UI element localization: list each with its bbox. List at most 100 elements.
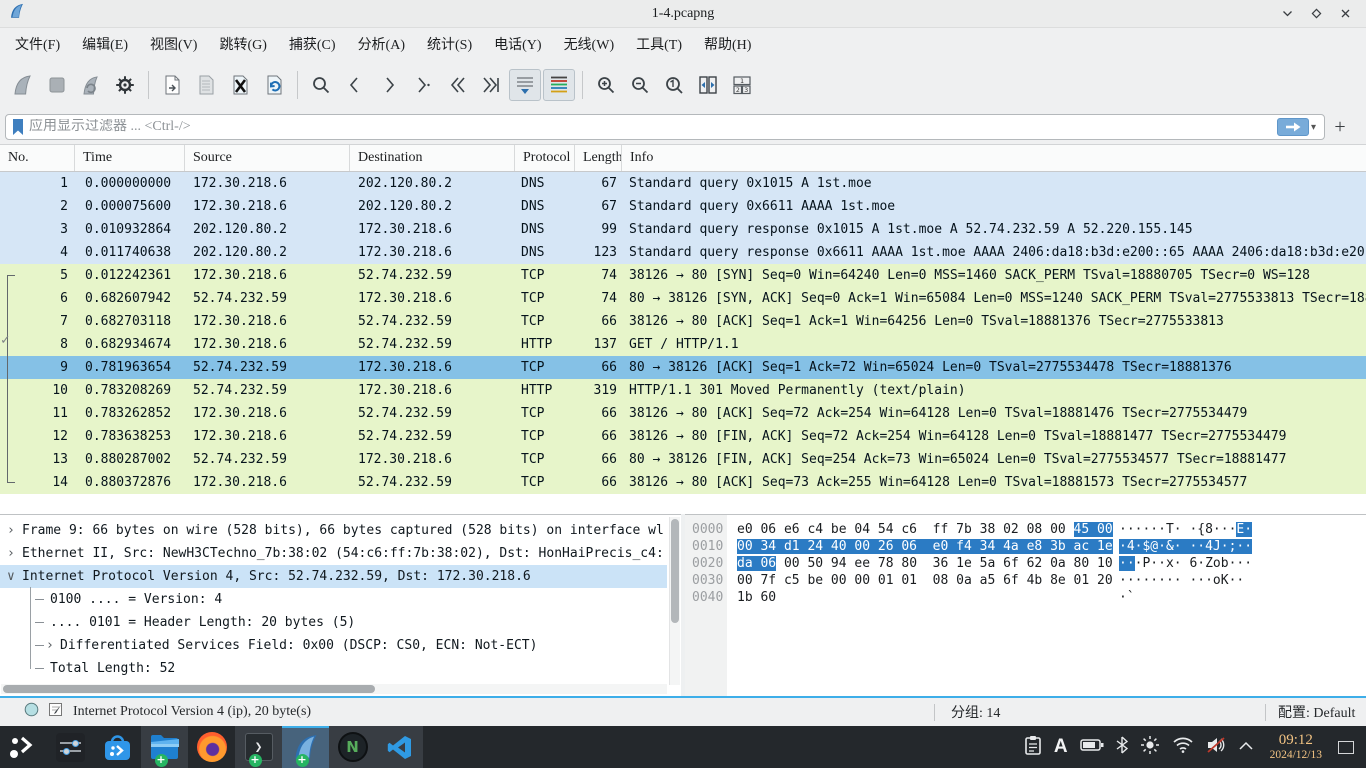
column-header-length[interactable]: Length [575,145,622,171]
input-method-icon[interactable]: A [1054,736,1068,758]
packet-row-10[interactable]: 100.78320826952.74.232.59172.30.218.6HTT… [0,379,1366,402]
packet-row-6[interactable]: 60.68260794252.74.232.59172.30.218.6TCP7… [0,287,1366,310]
menu-wireless[interactable]: 无线(W) [553,29,626,59]
konsole-button[interactable]: ❯ + [235,726,282,768]
expander-open-icon[interactable]: ∨ [7,565,21,588]
battery-icon[interactable] [1080,738,1104,757]
packet-row-4[interactable]: 40.011740638202.120.80.2172.30.218.6DNS1… [0,241,1366,264]
menu-view[interactable]: 视图(V) [139,29,208,59]
file-manager-button[interactable]: + [141,726,188,768]
packet-row-12[interactable]: 120.783638253172.30.218.652.74.232.59TCP… [0,425,1366,448]
packet-row-9[interactable]: 90.78196365452.74.232.59172.30.218.6TCP6… [0,356,1366,379]
menu-analyze[interactable]: 分析(A) [347,29,416,59]
menu-tools[interactable]: 工具(T) [625,29,693,59]
hex-bytes[interactable]: e0 06 e6 c4 be 04 54 c6 ff 7b 38 02 08 0… [727,521,1105,538]
zoom-in-icon[interactable] [590,69,622,101]
detail-line-0[interactable]: ›Frame 9: 66 bytes on wire (528 bits), 6… [0,519,667,542]
start-capture-icon[interactable] [7,69,39,101]
neovim-button[interactable]: N [329,726,376,768]
hex-bytes[interactable]: 1b 60 [727,589,1105,606]
capture-comment-icon[interactable] [48,702,63,722]
packet-row-8[interactable]: 80.682934674172.30.218.652.74.232.59HTTP… [0,333,1366,356]
detail-line-3[interactable]: 0100 .... = Version: 4 [0,588,667,611]
ascii-bytes[interactable]: ···P··x· 6·Zob··· [1105,555,1252,572]
hex-bytes[interactable]: 00 7f c5 be 00 00 01 01 08 0a a5 6f 4b 8… [727,572,1105,589]
display-filter-input[interactable] [25,119,1277,135]
menu-help[interactable]: 帮助(H) [693,29,762,59]
brightness-icon[interactable] [1140,735,1160,760]
filter-bookmark-icon[interactable] [11,118,25,136]
hex-row-0000[interactable]: 0000e0 06 e6 c4 be 04 54 c6 ff 7b 38 02 … [685,521,1366,538]
packet-row-13[interactable]: 130.88028700252.74.232.59172.30.218.6TCP… [0,448,1366,471]
volume-muted-icon[interactable] [1206,736,1226,759]
save-file-icon[interactable] [190,69,222,101]
clock[interactable]: 09:12 2024/12/13 [1266,733,1326,761]
close-button[interactable] [1339,7,1352,20]
packet-row-2[interactable]: 20.000075600172.30.218.6202.120.80.2DNS6… [0,195,1366,218]
close-file-icon[interactable] [224,69,256,101]
go-last-icon[interactable] [475,69,507,101]
find-packet-icon[interactable] [305,69,337,101]
packet-row-7[interactable]: 70.682703118172.30.218.652.74.232.59TCP6… [0,310,1366,333]
expand-arrow-icon[interactable] [1238,738,1254,756]
application-launcher-button[interactable] [0,726,47,768]
maximize-button[interactable] [1310,7,1323,20]
details-horizontal-scrollbar[interactable] [1,684,667,694]
bluetooth-icon[interactable] [1116,736,1128,759]
expander-closed-icon[interactable]: › [7,519,21,542]
add-filter-button[interactable]: + [1325,116,1355,139]
discover-button[interactable] [94,726,141,768]
packet-row-14[interactable]: 140.880372876172.30.218.652.74.232.59TCP… [0,471,1366,494]
filter-dropdown-caret-icon[interactable]: ▾ [1311,122,1316,133]
restart-capture-icon[interactable] [75,69,107,101]
hex-row-0040[interactable]: 00401b 60·` [685,589,1366,606]
ascii-bytes[interactable]: ·` [1105,589,1135,606]
profile-selector[interactable]: 配置: Default [1266,702,1366,722]
column-header-time[interactable]: Time [75,145,185,171]
menu-statistics[interactable]: 统计(S) [416,29,483,59]
ascii-bytes[interactable]: ······T· ·{8···E· [1105,521,1252,538]
expert-info-icon[interactable] [24,702,39,722]
colorize-toggle-icon[interactable] [543,69,575,101]
column-header-destination[interactable]: Destination [350,145,515,171]
packet-row-3[interactable]: 30.010932864202.120.80.2172.30.218.6DNS9… [0,218,1366,241]
menu-file[interactable]: 文件(F) [4,29,71,59]
auto-scroll-toggle-icon[interactable] [509,69,541,101]
system-settings-button[interactable] [47,726,94,768]
show-desktop-button[interactable] [1338,741,1354,754]
hex-bytes[interactable]: da 06 00 50 94 ee 78 80 36 1e 5a 6f 62 0… [727,555,1105,572]
zoom-out-icon[interactable] [624,69,656,101]
go-back-icon[interactable] [339,69,371,101]
column-header-source[interactable]: Source [185,145,350,171]
menu-edit[interactable]: 编辑(E) [71,29,139,59]
ascii-bytes[interactable]: ········ ···oK·· [1105,572,1244,589]
firefox-button[interactable] [188,726,235,768]
expander-closed-icon[interactable]: › [7,542,21,565]
minimize-button[interactable] [1281,7,1294,20]
detail-line-6[interactable]: Total Length: 52 [0,657,667,680]
expander-closed-icon[interactable]: › [46,634,60,657]
capture-options-icon[interactable] [109,69,141,101]
menu-telephony[interactable]: 电话(Y) [483,29,552,59]
packet-row-5[interactable]: 50.012242361172.30.218.652.74.232.59TCP7… [0,264,1366,287]
resize-columns-icon[interactable] [692,69,724,101]
clipboard-icon[interactable] [1024,735,1042,760]
detail-line-5[interactable]: ›Differentiated Services Field: 0x00 (DS… [0,634,667,657]
hex-bytes[interactable]: 00 34 d1 24 40 00 26 06 e0 f4 34 4a e8 3… [727,538,1105,555]
column-header-info[interactable]: Info [622,145,1366,171]
reload-file-icon[interactable] [258,69,290,101]
details-vertical-scrollbar[interactable] [669,517,680,685]
zoom-reset-icon[interactable] [658,69,690,101]
packet-row-1[interactable]: 10.000000000172.30.218.6202.120.80.2DNS6… [0,172,1366,195]
scrollbar-thumb[interactable] [3,685,375,693]
display-filter-field[interactable]: ▾ [5,114,1325,140]
numbered-columns-icon[interactable]: 123 [726,69,758,101]
menu-go[interactable]: 跳转(G) [208,29,277,59]
stop-capture-icon[interactable] [41,69,73,101]
vscode-button[interactable] [376,726,423,768]
menu-capture[interactable]: 捕获(C) [278,29,347,59]
wifi-icon[interactable] [1172,736,1194,758]
detail-line-2[interactable]: ∨Internet Protocol Version 4, Src: 52.74… [0,565,667,588]
detail-line-4[interactable]: .... 0101 = Header Length: 20 bytes (5) [0,611,667,634]
go-first-icon[interactable] [441,69,473,101]
